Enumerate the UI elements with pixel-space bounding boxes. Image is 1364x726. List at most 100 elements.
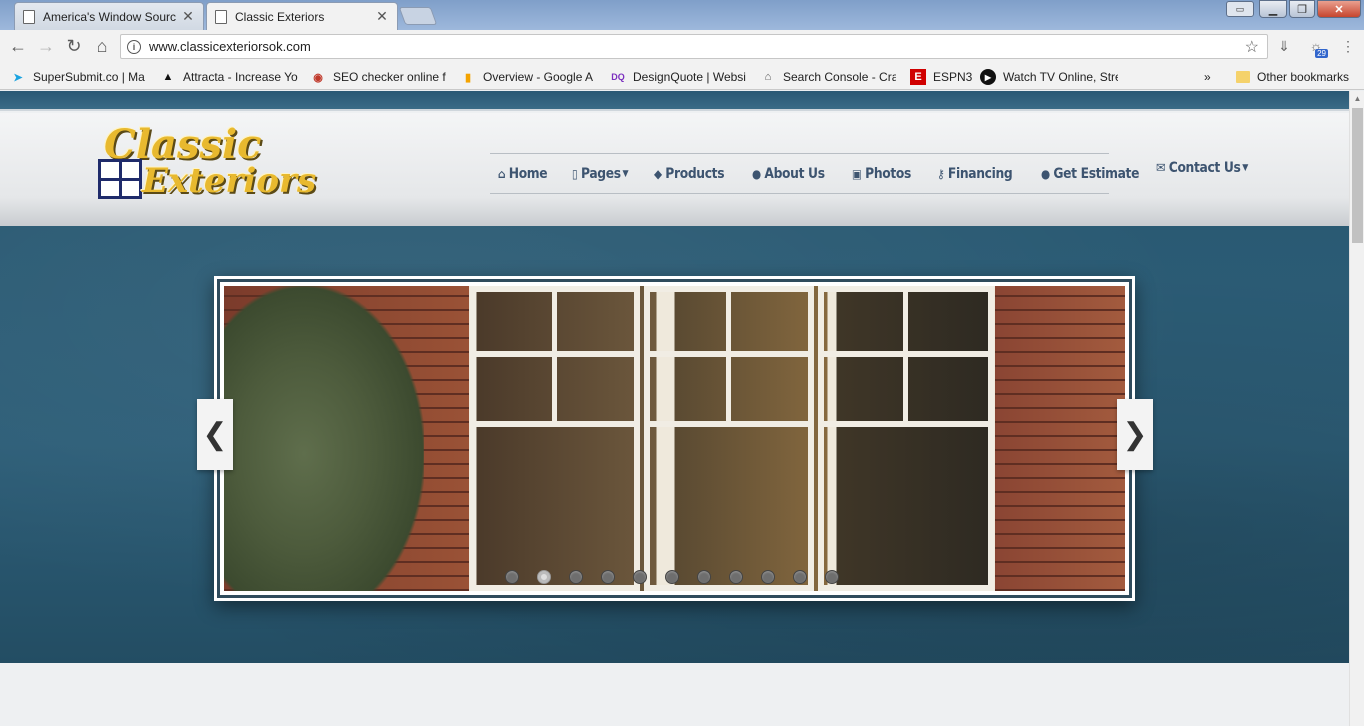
caret-down-icon: ▼ bbox=[1242, 163, 1249, 173]
bookmarks-bar: ➤ SuperSubmit.co | Ma ▲ Attracta - Incre… bbox=[0, 63, 1364, 90]
slider-dot[interactable] bbox=[761, 570, 775, 584]
top-band bbox=[0, 91, 1349, 111]
minimize-button[interactable]: ▁ bbox=[1259, 0, 1287, 18]
other-bookmarks-folder[interactable]: Other bookmarks bbox=[1236, 67, 1356, 87]
slider-dot[interactable] bbox=[665, 570, 679, 584]
nav-label: Home bbox=[508, 165, 548, 182]
caret-down-icon: ▼ bbox=[622, 168, 629, 179]
bookmark-star-icon[interactable]: ☆ bbox=[1245, 37, 1259, 57]
slider-dot[interactable] bbox=[633, 570, 647, 584]
browser-toolbar: ← → ↻ ⌂ i www.classicexteriorsok.com ☆ bbox=[0, 30, 1364, 63]
slider-dot[interactable] bbox=[697, 570, 711, 584]
nav-get-estimate[interactable]: ● Get Estimate bbox=[1041, 166, 1139, 182]
back-arrow-icon[interactable]: ← bbox=[4, 32, 32, 60]
comment-icon: ● bbox=[1040, 166, 1050, 181]
address-bar[interactable]: i www.classicexteriorsok.com ☆ bbox=[120, 34, 1268, 59]
home-icon[interactable]: ⌂ bbox=[88, 32, 116, 60]
analytics-icon: ▮ bbox=[464, 71, 472, 84]
bookmark-google-analytics[interactable]: ▮ Overview - Google A bbox=[460, 67, 596, 87]
nav-label: Photos bbox=[865, 165, 912, 182]
bookmark-seo-checker[interactable]: ◉ SEO checker online fr bbox=[310, 67, 446, 87]
close-icon[interactable]: ✕ bbox=[181, 8, 195, 25]
extension-icon[interactable]: ⇓ bbox=[1274, 36, 1294, 56]
scroll-up-icon[interactable]: ▲ bbox=[1350, 91, 1364, 106]
forward-arrow-icon[interactable]: → bbox=[32, 32, 60, 60]
nav-label: Contact Us bbox=[1168, 160, 1241, 176]
nav-label: Products bbox=[665, 165, 725, 182]
bookmark-watch-tv[interactable]: ▶ Watch TV Online, Stre bbox=[980, 67, 1118, 87]
tab-title: America's Window Sourc bbox=[43, 9, 176, 24]
logo-text-exteriors: Exteriors bbox=[142, 161, 317, 201]
slide-image-windows bbox=[224, 286, 1125, 591]
nav-about-us[interactable]: ● About Us bbox=[752, 166, 825, 182]
espn-icon: E bbox=[910, 69, 926, 85]
nav-label: Get Estimate bbox=[1053, 165, 1140, 182]
restore-button[interactable]: ❐ bbox=[1289, 0, 1315, 18]
watch-tv-icon: ▶ bbox=[980, 69, 996, 85]
nav-label: Pages bbox=[581, 165, 621, 182]
slider-dot[interactable] bbox=[537, 570, 551, 584]
window-pane bbox=[644, 286, 814, 591]
bookmark-supersubmit[interactable]: ➤ SuperSubmit.co | Ma bbox=[10, 67, 146, 87]
slider-pagination bbox=[505, 570, 839, 584]
attracta-icon: ▲ bbox=[162, 71, 174, 83]
slider-dot[interactable] bbox=[601, 570, 615, 584]
hero-section: ❮ ❯ bbox=[0, 226, 1349, 663]
nav-label: Financing bbox=[948, 165, 1013, 182]
slider-dot[interactable] bbox=[505, 570, 519, 584]
bookmark-attracta[interactable]: ▲ Attracta - Increase Yo bbox=[160, 67, 298, 87]
slider-dot[interactable] bbox=[569, 570, 583, 584]
nav-contact-us[interactable]: ✉ Contact Us ▼ bbox=[1156, 160, 1248, 176]
image-slider bbox=[214, 276, 1135, 601]
close-icon[interactable]: ✕ bbox=[375, 8, 389, 25]
window-logo-icon bbox=[98, 159, 142, 199]
slider-prev-button[interactable]: ❮ bbox=[197, 399, 233, 470]
browser-tab-strip: America's Window Sourc ✕ Classic Exterio… bbox=[0, 0, 1364, 30]
info-icon[interactable]: i bbox=[127, 39, 141, 54]
content-area bbox=[0, 663, 1349, 726]
search-console-icon: ⌂ bbox=[764, 71, 772, 83]
bookmarks-overflow-button[interactable]: » bbox=[1204, 67, 1218, 87]
seo-checker-icon: ◉ bbox=[313, 71, 323, 84]
home-icon: ⌂ bbox=[498, 166, 506, 181]
slider-next-button[interactable]: ❯ bbox=[1117, 399, 1153, 470]
nav-home[interactable]: ⌂ Home bbox=[498, 165, 548, 182]
slider-dot[interactable] bbox=[729, 570, 743, 584]
scrollbar-thumb[interactable] bbox=[1352, 108, 1363, 243]
new-tab-button[interactable] bbox=[398, 7, 438, 25]
tab-americas-window-source[interactable]: America's Window Sourc ✕ bbox=[14, 2, 204, 30]
page-scrollbar[interactable]: ▲ bbox=[1349, 91, 1364, 726]
user-icon: ● bbox=[751, 166, 761, 181]
envelope-icon: ✉ bbox=[1156, 160, 1166, 176]
folder-icon bbox=[1236, 71, 1250, 83]
slider-dot[interactable] bbox=[793, 570, 807, 584]
nav-financing[interactable]: ⚷ Financing bbox=[937, 165, 1013, 182]
window-pane bbox=[470, 286, 640, 591]
window-pane bbox=[818, 286, 994, 591]
shrub-image bbox=[224, 286, 424, 591]
site-header: Classic Exteriors ⌂ Home ▯ Pages ▼ ◆ Pro… bbox=[0, 113, 1349, 226]
nav-products[interactable]: ◆ Products bbox=[653, 165, 725, 182]
tags-icon: ◆ bbox=[653, 166, 662, 181]
nav-photos[interactable]: ▣ Photos bbox=[852, 166, 911, 182]
supersubmit-icon: ➤ bbox=[13, 71, 23, 84]
bookmark-designquote[interactable]: DQ DesignQuote | Websi bbox=[610, 67, 746, 87]
web-page: Classic Exteriors ⌂ Home ▯ Pages ▼ ◆ Pro… bbox=[0, 91, 1349, 726]
bookmark-search-console[interactable]: ⌂ Search Console - Cra bbox=[760, 67, 896, 87]
main-navigation: ⌂ Home ▯ Pages ▼ ◆ Products ● About Us ▣… bbox=[490, 153, 1139, 194]
menu-icon[interactable]: ⋮ bbox=[1338, 36, 1358, 56]
url-text: www.classicexteriorsok.com bbox=[149, 39, 311, 54]
user-profile-button[interactable]: ▭ bbox=[1226, 1, 1254, 17]
nav-label: About Us bbox=[764, 165, 825, 182]
tab-classic-exteriors[interactable]: Classic Exteriors ✕ bbox=[206, 2, 398, 30]
slider-dot[interactable] bbox=[825, 570, 839, 584]
file-icon: ▯ bbox=[572, 166, 578, 181]
bookmark-espn3[interactable]: E ESPN3 bbox=[910, 67, 976, 87]
tab-title: Classic Exteriors bbox=[235, 9, 325, 24]
window-close-button[interactable]: ✕ bbox=[1317, 0, 1361, 18]
calendar-extension-icon[interactable]: ☼ bbox=[1306, 36, 1328, 58]
nav-pages[interactable]: ▯ Pages ▼ bbox=[572, 165, 629, 182]
site-logo[interactable]: Classic Exteriors bbox=[96, 121, 316, 213]
reload-icon[interactable]: ↻ bbox=[60, 32, 88, 60]
key-icon: ⚷ bbox=[937, 166, 945, 181]
